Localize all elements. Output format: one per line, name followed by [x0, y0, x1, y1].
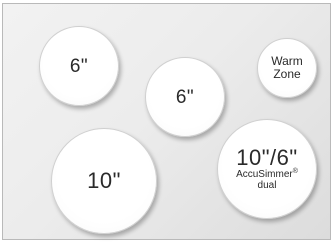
burner-size-label: 10": [87, 168, 121, 193]
burner-size-label: 6": [175, 86, 195, 108]
accusimmer-label: AccuSimmer®: [236, 167, 298, 180]
registered-mark: ®: [292, 167, 298, 175]
cooktop-surface: 6" 6" Warm Zone 10" 10"/6" AccuSimmer® d…: [2, 3, 331, 240]
burner-size-label: 6": [69, 55, 89, 77]
warm-zone[interactable]: Warm Zone: [257, 38, 317, 98]
warm-zone-label-line2: Zone: [273, 67, 301, 81]
burner-size-label: 10"/6": [236, 144, 298, 170]
dual-label: dual: [257, 180, 277, 191]
burner-6-inch-center[interactable]: 6": [145, 57, 225, 137]
burner-10-inch-bottom-left[interactable]: 10": [51, 128, 157, 234]
burner-accusimmer-dual[interactable]: 10"/6" AccuSimmer® dual: [217, 119, 317, 219]
burner-6-inch-top-left[interactable]: 6": [39, 26, 119, 106]
